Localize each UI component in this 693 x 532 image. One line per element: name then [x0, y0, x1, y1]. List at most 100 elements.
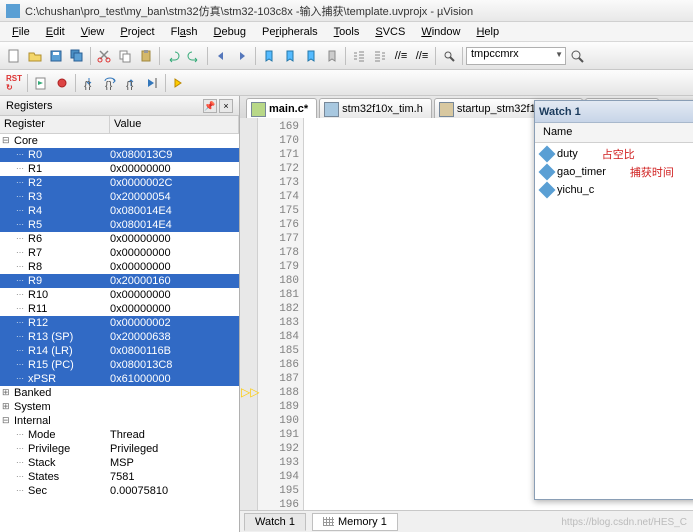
- watch-title-bar[interactable]: Watch 1 ×: [535, 101, 693, 123]
- bookmark-next-icon[interactable]: [301, 46, 321, 66]
- copy-icon[interactable]: [115, 46, 135, 66]
- reg-value: 0x20000638: [110, 330, 237, 344]
- menu-edit[interactable]: Edit: [38, 24, 73, 40]
- redo-icon[interactable]: [184, 46, 204, 66]
- step-out-icon[interactable]: {}: [121, 73, 141, 93]
- comment-icon[interactable]: //≡: [391, 46, 411, 66]
- cut-icon[interactable]: [94, 46, 114, 66]
- save-all-icon[interactable]: [67, 46, 87, 66]
- watch-body[interactable]: duty占空比1000gao_timer捕获时间1000yichu_c0: [535, 143, 693, 219]
- variable-icon: [539, 146, 556, 163]
- reg-name: R9: [28, 274, 110, 288]
- open-file-icon[interactable]: [25, 46, 45, 66]
- pin-icon[interactable]: 📌: [203, 99, 217, 113]
- reg-value: 0x00000000: [110, 288, 237, 302]
- paste-icon[interactable]: [136, 46, 156, 66]
- menu-svcs[interactable]: SVCS: [367, 24, 413, 40]
- reg-row[interactable]: R15 (PC)0x080013C8: [0, 358, 239, 372]
- uncomment-icon[interactable]: //≡: [412, 46, 432, 66]
- reg-row[interactable]: R90x20000160: [0, 274, 239, 288]
- menu-window[interactable]: Window: [413, 24, 468, 40]
- reg-name: R11: [28, 302, 110, 316]
- reg-name: States: [28, 470, 110, 484]
- reg-row[interactable]: R30x20000054: [0, 190, 239, 204]
- find-combo[interactable]: tmpccmrx: [466, 47, 566, 65]
- run-icon[interactable]: [31, 73, 51, 93]
- reg-row[interactable]: ModeThread: [0, 428, 239, 442]
- reg-row[interactable]: StackMSP: [0, 456, 239, 470]
- title-bar: C:\chushan\pro_test\my_ban\stm32仿真\stm32…: [0, 0, 693, 22]
- watch-row[interactable]: gao_timer捕获时间1000: [537, 163, 693, 181]
- step-into-icon[interactable]: {}: [79, 73, 99, 93]
- undo-icon[interactable]: [163, 46, 183, 66]
- reg-group-internal[interactable]: Internal: [0, 414, 239, 428]
- reg-name: Sec: [28, 484, 110, 498]
- reg-value: 0x00000000: [110, 246, 237, 260]
- watch-col-name[interactable]: Name: [535, 123, 693, 142]
- reg-row[interactable]: PrivilegePrivileged: [0, 442, 239, 456]
- editor-panel: main.c*stm32f10x_tim.hstartup_stm32f10x_…: [240, 96, 693, 532]
- menu-flash[interactable]: Flash: [163, 24, 206, 40]
- indent-icon[interactable]: [349, 46, 369, 66]
- separator-icon: [165, 74, 166, 92]
- nav-fwd-icon[interactable]: [232, 46, 252, 66]
- bottom-tab[interactable]: Memory 1: [312, 513, 398, 531]
- memory-icon: [323, 517, 334, 526]
- reg-row[interactable]: R14 (LR)0x0800116B: [0, 344, 239, 358]
- reg-row[interactable]: R70x00000000: [0, 246, 239, 260]
- stop-icon[interactable]: [52, 73, 72, 93]
- reg-group-system[interactable]: System: [0, 400, 239, 414]
- file-tab[interactable]: stm32f10x_tim.h: [319, 98, 432, 118]
- reg-group-banked[interactable]: Banked: [0, 386, 239, 400]
- menu-file[interactable]: File: [4, 24, 38, 40]
- menu-tools[interactable]: Tools: [326, 24, 368, 40]
- reg-value: 0x00000000: [110, 162, 237, 176]
- reset-icon[interactable]: RST↻: [4, 73, 24, 93]
- reg-row[interactable]: R100x00000000: [0, 288, 239, 302]
- reg-row[interactable]: R50x080014E4: [0, 218, 239, 232]
- separator-icon: [462, 47, 463, 65]
- watch-add-expression[interactable]: [537, 199, 693, 217]
- menu-project[interactable]: Project: [112, 24, 162, 40]
- new-file-icon[interactable]: [4, 46, 24, 66]
- reg-group-core[interactable]: Core: [0, 134, 239, 148]
- menu-view[interactable]: View: [73, 24, 113, 40]
- menu-help[interactable]: Help: [468, 24, 507, 40]
- unindent-icon[interactable]: [370, 46, 390, 66]
- reg-row[interactable]: R80x00000000: [0, 260, 239, 274]
- reg-row[interactable]: R10x00000000: [0, 162, 239, 176]
- close-icon[interactable]: ×: [219, 99, 233, 113]
- reg-row[interactable]: R00x080013C9: [0, 148, 239, 162]
- step-over-icon[interactable]: {}: [100, 73, 120, 93]
- variable-icon: [539, 164, 556, 181]
- find-icon[interactable]: [439, 46, 459, 66]
- reg-row[interactable]: Sec0.00075810: [0, 484, 239, 498]
- breakpoint-column[interactable]: ▷▷: [240, 118, 258, 532]
- show-next-statement-icon[interactable]: [169, 73, 189, 93]
- reg-row[interactable]: R20x0000002C: [0, 176, 239, 190]
- reg-row[interactable]: R40x080014E4: [0, 204, 239, 218]
- reg-row[interactable]: R60x00000000: [0, 232, 239, 246]
- bookmark-clear-icon[interactable]: [322, 46, 342, 66]
- run-to-cursor-icon[interactable]: [142, 73, 162, 93]
- reg-value: 0x00000000: [110, 260, 237, 274]
- watch-var-name: gao_timer: [557, 166, 606, 178]
- menu-peripherals[interactable]: Peripherals: [254, 24, 326, 40]
- bottom-tab[interactable]: Watch 1: [244, 513, 306, 531]
- watch-row[interactable]: duty占空比1000: [537, 145, 693, 163]
- file-tab[interactable]: main.c*: [246, 98, 317, 118]
- reg-row[interactable]: xPSR0x61000000: [0, 372, 239, 386]
- menu-debug[interactable]: Debug: [206, 24, 254, 40]
- menu-bar: File Edit View Project Flash Debug Perip…: [0, 22, 693, 42]
- watch-row[interactable]: yichu_c0: [537, 181, 693, 199]
- reg-row[interactable]: States7581: [0, 470, 239, 484]
- bookmark-prev-icon[interactable]: [280, 46, 300, 66]
- save-icon[interactable]: [46, 46, 66, 66]
- reg-row[interactable]: R120x00000002: [0, 316, 239, 330]
- bookmark-icon[interactable]: [259, 46, 279, 66]
- registers-tree[interactable]: CoreR00x080013C9R10x00000000R20x0000002C…: [0, 134, 239, 532]
- nav-back-icon[interactable]: [211, 46, 231, 66]
- reg-row[interactable]: R110x00000000: [0, 302, 239, 316]
- find-in-files-icon[interactable]: [567, 46, 587, 66]
- reg-row[interactable]: R13 (SP)0x20000638: [0, 330, 239, 344]
